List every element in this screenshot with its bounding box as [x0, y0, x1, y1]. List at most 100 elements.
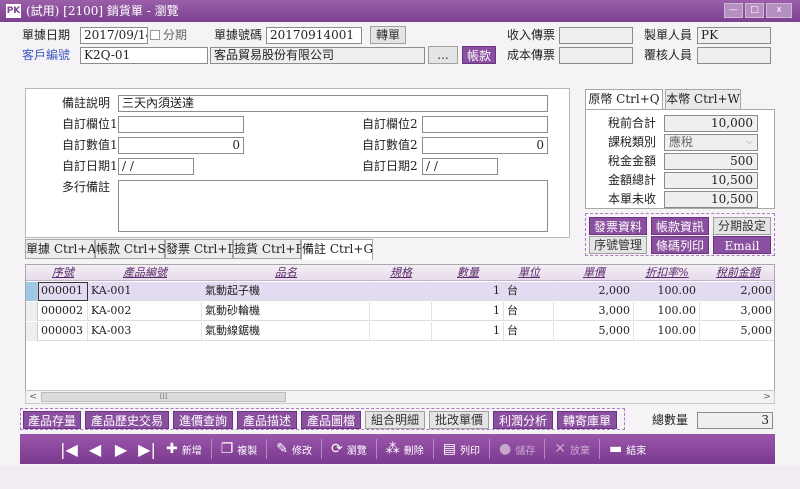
checkbox-icon[interactable] — [150, 30, 160, 40]
tab-memo[interactable]: 備註 Ctrl+G — [301, 239, 373, 260]
cell-price[interactable]: 3,000 — [554, 302, 634, 321]
copy-button[interactable]: ❐ 複製 — [215, 434, 264, 464]
doc-date-input[interactable]: 2017/09/14 — [80, 27, 148, 44]
cell-seq[interactable]: 000003 — [38, 322, 88, 341]
col-product-code[interactable]: 產品編號 — [88, 265, 202, 281]
reviewer-input[interactable] — [697, 47, 771, 64]
cell-unit[interactable]: 台 — [504, 322, 554, 341]
custom-field1-input[interactable] — [118, 116, 244, 133]
cell-qty[interactable]: 1 — [432, 302, 504, 321]
add-button[interactable]: ✚ 新增 — [160, 434, 208, 464]
invoice-info-button[interactable]: 發票資料 — [589, 217, 647, 235]
cell-unit[interactable]: 台 — [504, 282, 554, 301]
custom-date2-input[interactable]: / / — [422, 158, 498, 175]
browse-button[interactable]: ⟳ 瀏覽 — [325, 434, 373, 464]
tab-base-currency[interactable]: 原幣 Ctrl+Q — [585, 89, 663, 110]
product-desc-button[interactable]: 產品描述 — [237, 411, 297, 429]
horizontal-scrollbar[interactable]: < III > — [25, 390, 775, 404]
receipt-voucher-input[interactable] — [559, 27, 633, 44]
cell-qty[interactable]: 1 — [432, 282, 504, 301]
customer-code-link[interactable]: 客戶編號 — [22, 46, 70, 64]
cell-product-name[interactable]: 氣動線鋸機 — [202, 322, 370, 341]
close-icon[interactable]: x — [766, 3, 792, 18]
col-seq[interactable]: 序號 — [38, 265, 88, 281]
cell-discount[interactable]: 100.00 — [634, 282, 700, 301]
custom-field2-input[interactable] — [422, 116, 548, 133]
cell-qty[interactable]: 1 — [432, 322, 504, 341]
cell-amount[interactable]: 2,000 — [700, 282, 774, 301]
cell-spec[interactable] — [370, 282, 432, 301]
custom-num1-input[interactable]: 0 — [118, 137, 244, 154]
custom-date1-input[interactable]: / / — [118, 158, 194, 175]
scroll-thumb[interactable]: III — [41, 392, 286, 402]
scroll-left-icon[interactable]: < — [26, 391, 40, 403]
combo-detail-button[interactable]: 組合明細 — [365, 411, 425, 429]
tab-picking[interactable]: 撿貨 Ctrl+F — [233, 239, 304, 259]
col-qty[interactable]: 數量 — [432, 265, 504, 281]
last-record-icon[interactable]: ▶| — [134, 440, 160, 459]
row-marker[interactable] — [26, 282, 38, 301]
cell-price[interactable]: 2,000 — [554, 282, 634, 301]
cell-product-code[interactable]: KA-002 — [88, 302, 202, 321]
product-history-button[interactable]: 產品歷史交易 — [85, 411, 169, 429]
tab-invoice[interactable]: 發票 Ctrl+D — [165, 239, 237, 259]
customer-lookup-button[interactable]: ... — [428, 46, 458, 64]
cell-product-code[interactable]: KA-003 — [88, 322, 202, 341]
email-button[interactable]: Email — [713, 236, 771, 254]
print-button[interactable]: ▤ 列印 — [437, 434, 486, 464]
cell-seq[interactable]: 000002 — [38, 302, 88, 321]
col-amount[interactable]: 稅前金額 — [700, 265, 774, 281]
cell-product-code[interactable]: KA-001 — [88, 282, 202, 301]
cell-unit[interactable]: 台 — [504, 302, 554, 321]
col-discount[interactable]: 折扣率% — [634, 265, 700, 281]
tab-account[interactable]: 帳款 Ctrl+S — [95, 239, 166, 259]
cell-discount[interactable]: 100.00 — [634, 302, 700, 321]
product-stock-button[interactable]: 產品存量 — [23, 411, 81, 429]
table-row[interactable]: 000001 KA-001 氣動起子機 1 台 2,000 100.00 2,0… — [26, 282, 774, 301]
table-row[interactable]: 000003 KA-003 氣動線鋸機 1 台 5,000 100.00 5,0… — [26, 322, 774, 341]
col-product-name[interactable]: 品名 — [202, 265, 370, 281]
row-marker[interactable] — [26, 302, 38, 321]
cell-product-name[interactable]: 氣動砂輪機 — [202, 302, 370, 321]
account-button[interactable]: 帳款 — [462, 46, 496, 64]
next-record-icon[interactable]: ▶ — [108, 440, 134, 459]
cell-spec[interactable] — [370, 302, 432, 321]
customer-name-input[interactable]: 客品貿易股份有限公司 — [210, 47, 425, 64]
cell-amount[interactable]: 3,000 — [700, 302, 774, 321]
cell-spec[interactable] — [370, 322, 432, 341]
cost-voucher-input[interactable] — [559, 47, 633, 64]
custom-num2-input[interactable]: 0 — [422, 137, 548, 154]
cell-price[interactable]: 5,000 — [554, 322, 634, 341]
restore-icon[interactable]: □ — [745, 3, 764, 18]
serial-manage-button[interactable]: 序號管理 — [589, 236, 647, 254]
cell-amount[interactable]: 5,000 — [700, 322, 774, 341]
consign-stock-button[interactable]: 轉寄庫單 — [557, 411, 617, 429]
first-record-icon[interactable]: |◀ — [56, 440, 82, 459]
doc-no-input[interactable]: 20170914001 — [266, 27, 362, 44]
abandon-button[interactable]: ✕ 放棄 — [548, 434, 596, 464]
barcode-print-button[interactable]: 條碼列印 — [651, 236, 709, 254]
minimize-icon[interactable]: — — [724, 3, 743, 18]
prev-record-icon[interactable]: ◀ — [82, 440, 108, 459]
cell-discount[interactable]: 100.00 — [634, 322, 700, 341]
col-unit[interactable]: 單位 — [504, 265, 554, 281]
installment-setting-button[interactable]: 分期設定 — [713, 217, 771, 235]
col-price[interactable]: 單價 — [554, 265, 634, 281]
cell-seq[interactable]: 000001 — [38, 282, 88, 301]
product-image-button[interactable]: 產品圖檔 — [301, 411, 361, 429]
tab-local-currency[interactable]: 本幣 Ctrl+W — [665, 89, 741, 109]
tab-document[interactable]: 單據 Ctrl+A — [25, 239, 96, 259]
note-input[interactable]: 三天內須送達 — [118, 95, 548, 112]
purchase-price-button[interactable]: 進價查詢 — [173, 411, 233, 429]
profit-analysis-button[interactable]: 利潤分析 — [493, 411, 553, 429]
delete-button[interactable]: ⁂ 刪除 — [380, 434, 430, 464]
transfer-button[interactable]: 轉單 — [370, 26, 406, 44]
installment-checkbox[interactable]: 分期 — [150, 26, 187, 44]
maker-input[interactable]: PK — [697, 27, 771, 44]
exit-button[interactable]: ▬ 結束 — [603, 434, 652, 464]
save-button[interactable]: ● 儲存 — [493, 434, 541, 464]
cell-product-name[interactable]: 氣動起子機 — [202, 282, 370, 301]
edit-button[interactable]: ✎ 修改 — [270, 434, 318, 464]
customer-code-input[interactable]: K2Q-01 — [80, 47, 208, 64]
batch-price-button[interactable]: 批改單價 — [429, 411, 489, 429]
